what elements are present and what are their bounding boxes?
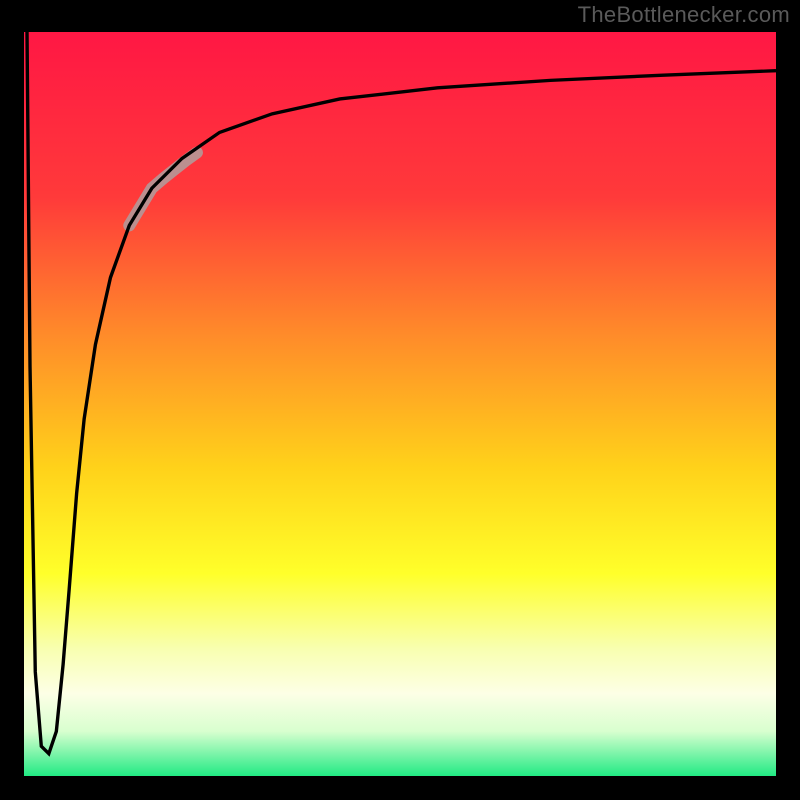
highlight-segment: [129, 153, 197, 226]
chart-container: TheBottlenecker.com: [0, 0, 800, 800]
attribution-text: TheBottlenecker.com: [578, 2, 790, 28]
bottleneck-curve: [27, 32, 776, 754]
plot-area: [24, 32, 776, 776]
curve-layer: [24, 32, 776, 776]
plot-frame: [22, 30, 778, 778]
